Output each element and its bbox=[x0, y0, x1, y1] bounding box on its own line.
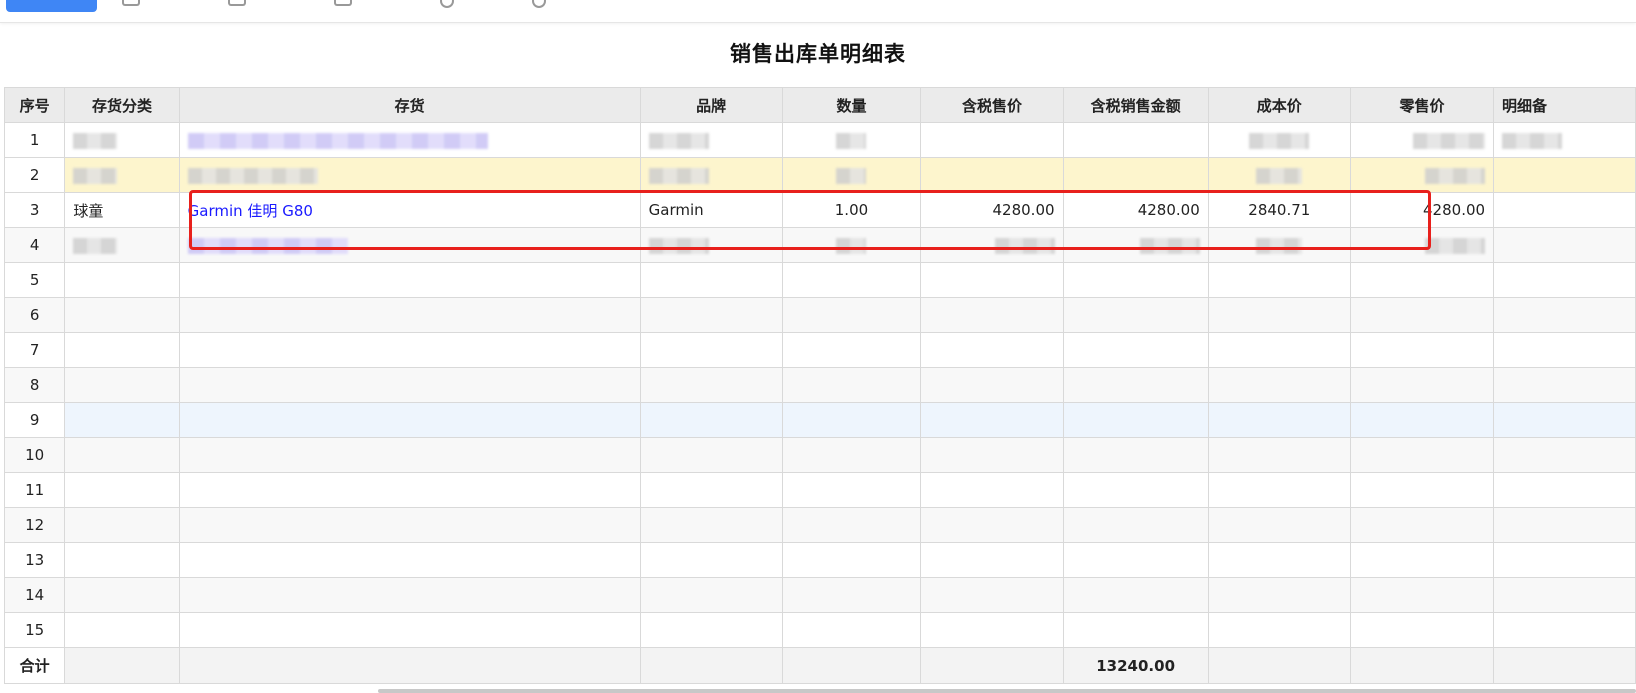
redacted-cell bbox=[1207, 157, 1351, 193]
table-row[interactable]: 4 bbox=[4, 227, 1636, 263]
empty-cell bbox=[1062, 157, 1209, 193]
toolbar-help-icon[interactable] bbox=[532, 0, 546, 8]
row-seq: 3 bbox=[4, 192, 66, 228]
empty-cell bbox=[1493, 157, 1636, 193]
primary-action-button[interactable] bbox=[6, 0, 97, 12]
redacted-cell bbox=[781, 122, 922, 158]
horizontal-scrollbar[interactable] bbox=[378, 689, 1636, 693]
redacted-cell bbox=[639, 227, 783, 263]
table-row[interactable]: 2 bbox=[4, 157, 1636, 193]
cell-category: 球童 bbox=[64, 192, 180, 228]
cell-cost-price: 2840.71 bbox=[1207, 192, 1351, 228]
row-seq: 1 bbox=[4, 122, 66, 158]
table-row[interactable]: 15 bbox=[4, 612, 1636, 648]
redacted-cell bbox=[64, 122, 180, 158]
col-header-detail-note[interactable]: 明细备 bbox=[1493, 87, 1636, 123]
col-header-category[interactable]: 存货分类 bbox=[64, 87, 180, 123]
total-label: 合计 bbox=[4, 647, 66, 684]
table-row[interactable]: 6 bbox=[4, 297, 1636, 333]
redacted-cell bbox=[1349, 227, 1495, 263]
col-header-quantity[interactable]: 数量 bbox=[781, 87, 922, 123]
report-title: 销售出库单明细表 bbox=[730, 42, 906, 66]
detail-grid[interactable]: 序号 存货分类 存货 品牌 数量 含税售价 含税销售金额 成本价 零售价 明细备… bbox=[4, 87, 1636, 693]
toolbar-refresh-icon[interactable] bbox=[440, 0, 454, 8]
row-seq: 13 bbox=[4, 542, 66, 578]
toolbar bbox=[0, 0, 1636, 23]
redacted-cell bbox=[781, 157, 922, 193]
col-header-brand[interactable]: 品牌 bbox=[639, 87, 783, 123]
col-header-seq[interactable]: 序号 bbox=[4, 87, 66, 123]
redacted-cell bbox=[1207, 122, 1351, 158]
table-row[interactable]: 14 bbox=[4, 577, 1636, 613]
redacted-cell bbox=[1493, 122, 1636, 158]
redacted-cell bbox=[1207, 227, 1351, 263]
redacted-cell bbox=[920, 227, 1064, 263]
row-seq: 12 bbox=[4, 507, 66, 543]
redacted-cell bbox=[1349, 122, 1495, 158]
row-seq: 6 bbox=[4, 297, 66, 333]
col-header-tax-price[interactable]: 含税售价 bbox=[920, 87, 1064, 123]
cell-tax-price: 4280.00 bbox=[920, 192, 1064, 228]
table-row[interactable]: 5 bbox=[4, 262, 1636, 298]
table-row[interactable]: 11 bbox=[4, 472, 1636, 508]
cell-quantity: 1.00 bbox=[781, 192, 922, 228]
empty-cell bbox=[1493, 192, 1636, 228]
col-header-retail-price[interactable]: 零售价 bbox=[1349, 87, 1495, 123]
row-seq: 2 bbox=[4, 157, 66, 193]
col-header-item[interactable]: 存货 bbox=[178, 87, 641, 123]
table-row[interactable]: 8 bbox=[4, 367, 1636, 403]
redacted-cell bbox=[1349, 157, 1495, 193]
empty-cell bbox=[1493, 227, 1636, 263]
total-tax-amount: 13240.00 bbox=[1062, 647, 1209, 684]
cell-brand: Garmin bbox=[639, 192, 783, 228]
row-seq: 5 bbox=[4, 262, 66, 298]
redacted-cell bbox=[178, 122, 641, 158]
row-seq: 4 bbox=[4, 227, 66, 263]
redacted-cell bbox=[178, 157, 641, 193]
cell-item-link[interactable]: Garmin 佳明 G80 bbox=[178, 192, 641, 228]
toolbar-tray-icon-3[interactable] bbox=[334, 0, 352, 6]
table-row[interactable]: 10 bbox=[4, 437, 1636, 473]
row-seq: 7 bbox=[4, 332, 66, 368]
row-seq: 14 bbox=[4, 577, 66, 613]
cell-tax-amount: 4280.00 bbox=[1062, 192, 1209, 228]
redacted-cell bbox=[178, 227, 641, 263]
cell-retail-price: 4280.00 bbox=[1349, 192, 1495, 228]
detail-table: 序号 存货分类 存货 品牌 数量 含税售价 含税销售金额 成本价 零售价 明细备… bbox=[4, 87, 1636, 684]
row-seq: 11 bbox=[4, 472, 66, 508]
header-row: 序号 存货分类 存货 品牌 数量 含税售价 含税销售金额 成本价 零售价 明细备 bbox=[4, 87, 1636, 123]
toolbar-tray-icon-2[interactable] bbox=[228, 0, 246, 6]
row-seq: 9 bbox=[4, 402, 66, 438]
table-row[interactable]: 1 bbox=[4, 122, 1636, 158]
redacted-cell bbox=[639, 122, 783, 158]
table-row-garmin-g80[interactable]: 3 球童 Garmin 佳明 G80 Garmin 1.00 4280.00 4… bbox=[4, 192, 1636, 228]
empty-cell bbox=[1062, 122, 1209, 158]
col-header-tax-amount[interactable]: 含税销售金额 bbox=[1062, 87, 1209, 123]
redacted-cell bbox=[64, 157, 180, 193]
table-row[interactable]: 13 bbox=[4, 542, 1636, 578]
redacted-cell bbox=[64, 227, 180, 263]
row-seq: 15 bbox=[4, 612, 66, 648]
toolbar-tray-icon-1[interactable] bbox=[122, 0, 140, 6]
redacted-cell bbox=[639, 157, 783, 193]
empty-cell bbox=[920, 122, 1064, 158]
table-row[interactable]: 9 bbox=[4, 402, 1636, 438]
table-row[interactable]: 12 bbox=[4, 507, 1636, 543]
redacted-cell bbox=[781, 227, 922, 263]
table-row[interactable]: 7 bbox=[4, 332, 1636, 368]
total-row: 合计 13240.00 bbox=[4, 647, 1636, 684]
empty-cell bbox=[920, 157, 1064, 193]
redacted-cell bbox=[1062, 227, 1209, 263]
col-header-cost-price[interactable]: 成本价 bbox=[1207, 87, 1351, 123]
row-seq: 8 bbox=[4, 367, 66, 403]
row-seq: 10 bbox=[4, 437, 66, 473]
